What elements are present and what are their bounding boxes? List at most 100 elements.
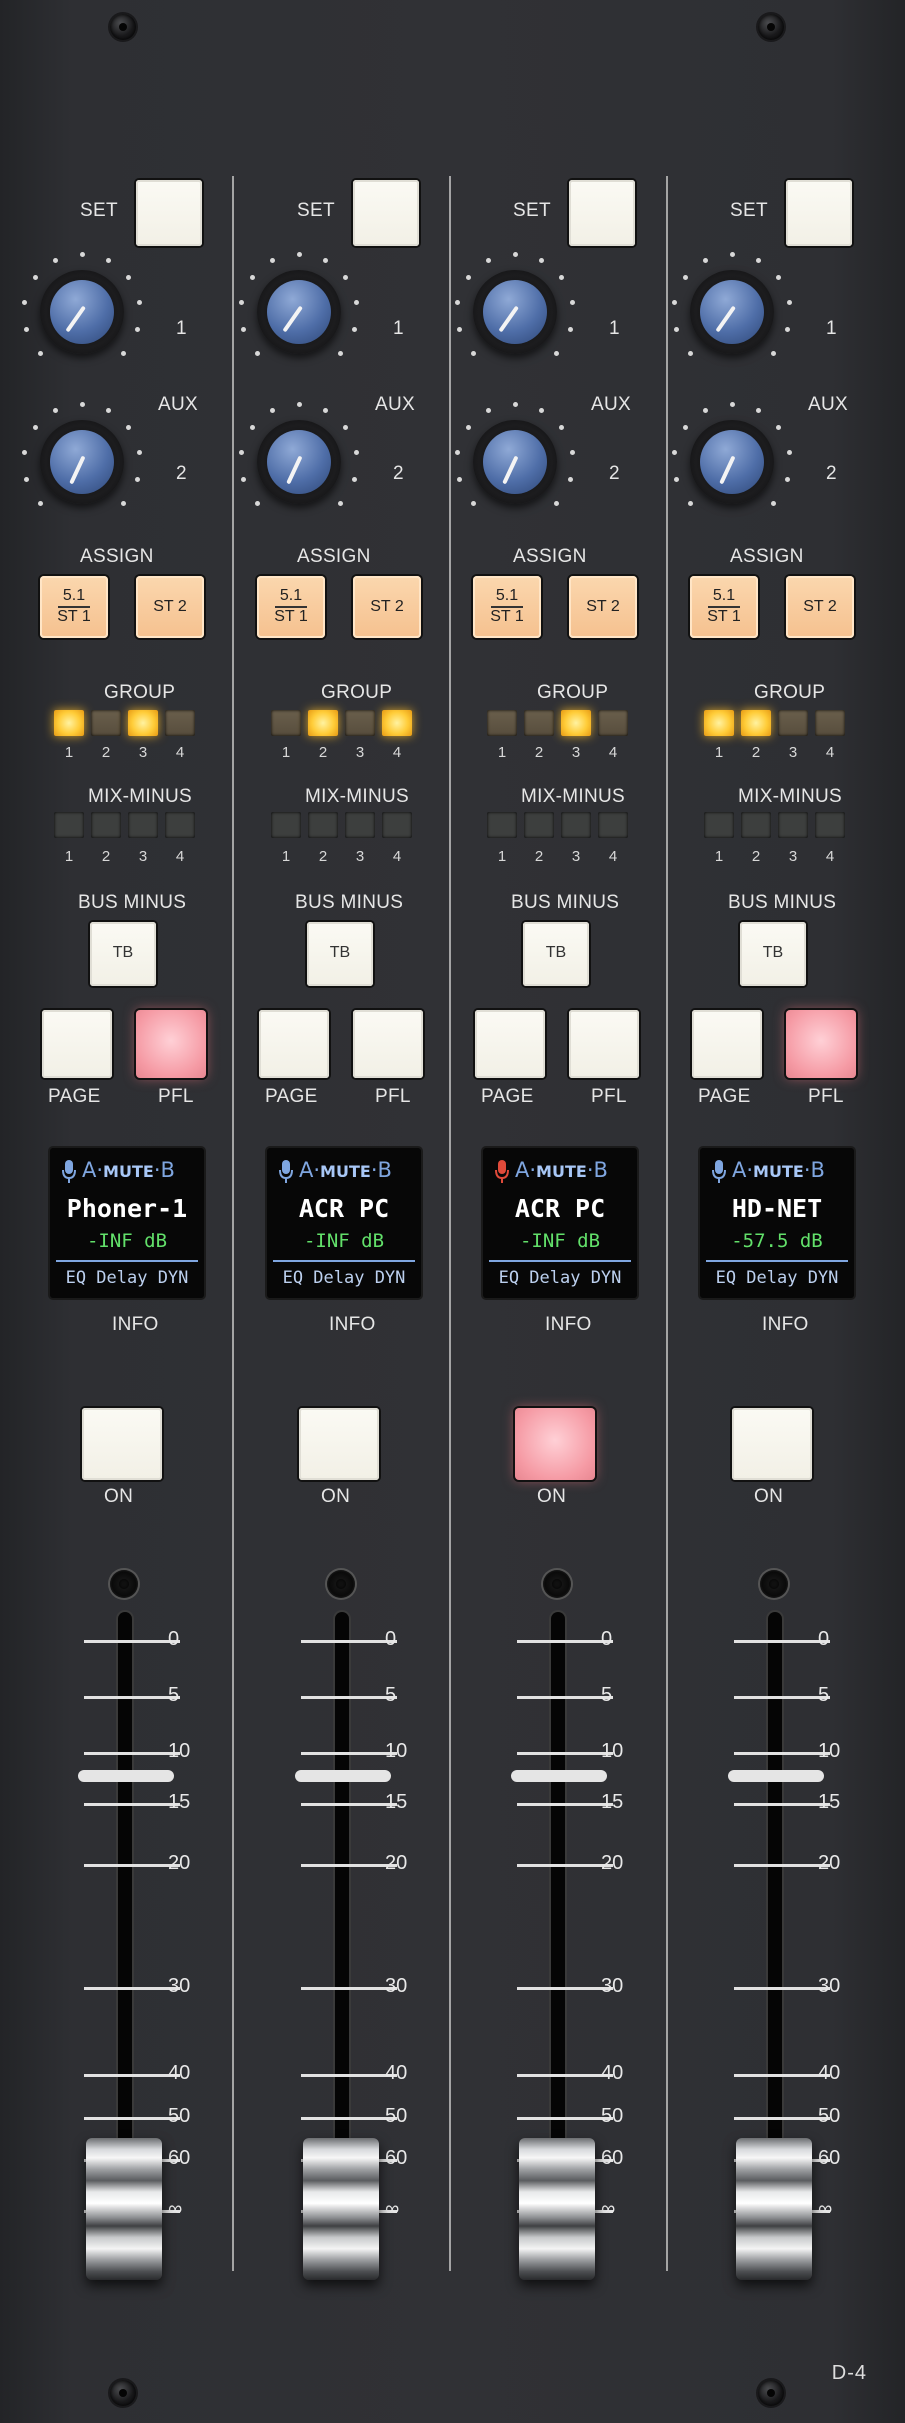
page-button[interactable] — [692, 1010, 762, 1078]
group-label: GROUP — [104, 682, 176, 703]
display-separator — [706, 1260, 848, 1262]
assign-51-st1-button[interactable]: 5.1 ST 1 — [40, 576, 108, 638]
fader-scale-label: 40 — [601, 2062, 624, 2084]
knob-tick — [79, 251, 85, 257]
group-led-3[interactable] — [128, 710, 158, 736]
group-led-1[interactable] — [271, 710, 301, 736]
mix-minus-led-3[interactable] — [561, 812, 591, 838]
aux-2-knob[interactable] — [690, 420, 774, 504]
group-label: GROUP — [537, 682, 609, 703]
knob-tick — [24, 477, 30, 483]
knob-tick — [337, 350, 343, 356]
mix-minus-led-4[interactable] — [815, 812, 845, 838]
group-led-4[interactable] — [165, 710, 195, 736]
group-led-3[interactable] — [561, 710, 591, 736]
group-led-3[interactable] — [778, 710, 808, 736]
mute-a: A· — [732, 1158, 754, 1182]
aux-1-knob[interactable] — [257, 270, 341, 354]
fader-cap[interactable] — [519, 2138, 595, 2280]
set-button[interactable] — [136, 180, 202, 246]
talkback-button[interactable]: TB — [740, 922, 806, 986]
aux-1-knob[interactable] — [473, 270, 557, 354]
group-led-3[interactable] — [345, 710, 375, 736]
mix-minus-led-2[interactable] — [741, 812, 771, 838]
fader-cap[interactable] — [736, 2138, 812, 2280]
group-led-4[interactable] — [382, 710, 412, 736]
knob-tick — [559, 425, 565, 431]
assign-b-label: ST 2 — [370, 598, 404, 615]
pfl-button[interactable] — [353, 1010, 423, 1078]
mix-minus-led-4[interactable] — [382, 812, 412, 838]
on-button[interactable] — [82, 1408, 162, 1480]
knob-tick — [296, 251, 302, 257]
mute-indicator: A·MUTE·B — [515, 1158, 608, 1182]
knob-tick — [567, 327, 573, 333]
group-led-2[interactable] — [91, 710, 121, 736]
mix-minus-led-1[interactable] — [271, 812, 301, 838]
knob-tick — [703, 257, 709, 263]
aux-2-knob[interactable] — [473, 420, 557, 504]
talkback-button[interactable]: TB — [523, 922, 589, 986]
mix-minus-led-1[interactable] — [704, 812, 734, 838]
knob-tick — [784, 477, 790, 483]
assign-51-st1-button[interactable]: 5.1 ST 1 — [473, 576, 541, 638]
aux-2-knob[interactable] — [257, 420, 341, 504]
set-button[interactable] — [353, 180, 419, 246]
group-led-1[interactable] — [704, 710, 734, 736]
knob-tick — [241, 327, 247, 333]
talkback-button[interactable]: TB — [307, 922, 373, 986]
mix-minus-led-3[interactable] — [778, 812, 808, 838]
fader-scale-label: 0 — [385, 1628, 397, 1650]
assign-st2-button[interactable]: ST 2 — [786, 576, 854, 638]
group-led-2[interactable] — [741, 710, 771, 736]
mix-minus-led-2[interactable] — [91, 812, 121, 838]
assign-51-st1-button[interactable]: 5.1 ST 1 — [690, 576, 758, 638]
assign-st2-button[interactable]: ST 2 — [353, 576, 421, 638]
group-led-2[interactable] — [524, 710, 554, 736]
mix-minus-led-3[interactable] — [345, 812, 375, 838]
fader-tick — [84, 1752, 180, 1755]
knob-tick — [337, 500, 343, 506]
mix-minus-led-1[interactable] — [54, 812, 84, 838]
page-button[interactable] — [42, 1010, 112, 1078]
knob-tick — [538, 257, 544, 263]
on-button[interactable] — [732, 1408, 812, 1480]
aux-1-knob[interactable] — [690, 270, 774, 354]
group-led-number: 2 — [101, 744, 111, 761]
pfl-button[interactable] — [136, 1010, 206, 1078]
assign-51-st1-button[interactable]: 5.1 ST 1 — [257, 576, 325, 638]
aux-2-knob[interactable] — [40, 420, 124, 504]
fader-unity-mark — [295, 1770, 391, 1782]
mix-minus-led-4[interactable] — [165, 812, 195, 838]
group-led-4[interactable] — [815, 710, 845, 736]
mix-minus-led-1[interactable] — [487, 812, 517, 838]
mix-minus-led-2[interactable] — [524, 812, 554, 838]
aux-1-knob[interactable] — [40, 270, 124, 354]
assign-st2-button[interactable]: ST 2 — [569, 576, 637, 638]
group-led-2[interactable] — [308, 710, 338, 736]
on-button[interactable] — [299, 1408, 379, 1480]
fader-tick — [517, 2074, 613, 2077]
on-button[interactable] — [515, 1408, 595, 1480]
mix-minus-led-3[interactable] — [128, 812, 158, 838]
fader-tick — [301, 1864, 397, 1867]
aux-number-label: 1 — [393, 318, 404, 339]
fader-tick — [734, 2074, 830, 2077]
assign-st2-button[interactable]: ST 2 — [136, 576, 204, 638]
group-led-4[interactable] — [598, 710, 628, 736]
fader-cap[interactable] — [86, 2138, 162, 2280]
mix-minus-led-4[interactable] — [598, 812, 628, 838]
mix-minus-led-2[interactable] — [308, 812, 338, 838]
pfl-button[interactable] — [569, 1010, 639, 1078]
set-button[interactable] — [786, 180, 852, 246]
fader-cap[interactable] — [303, 2138, 379, 2280]
display-separator — [489, 1260, 631, 1262]
group-led-1[interactable] — [487, 710, 517, 736]
page-button[interactable] — [259, 1010, 329, 1078]
talkback-button[interactable]: TB — [90, 922, 156, 986]
fader-tick — [517, 1640, 613, 1643]
group-led-1[interactable] — [54, 710, 84, 736]
set-button[interactable] — [569, 180, 635, 246]
page-button[interactable] — [475, 1010, 545, 1078]
pfl-button[interactable] — [786, 1010, 856, 1078]
